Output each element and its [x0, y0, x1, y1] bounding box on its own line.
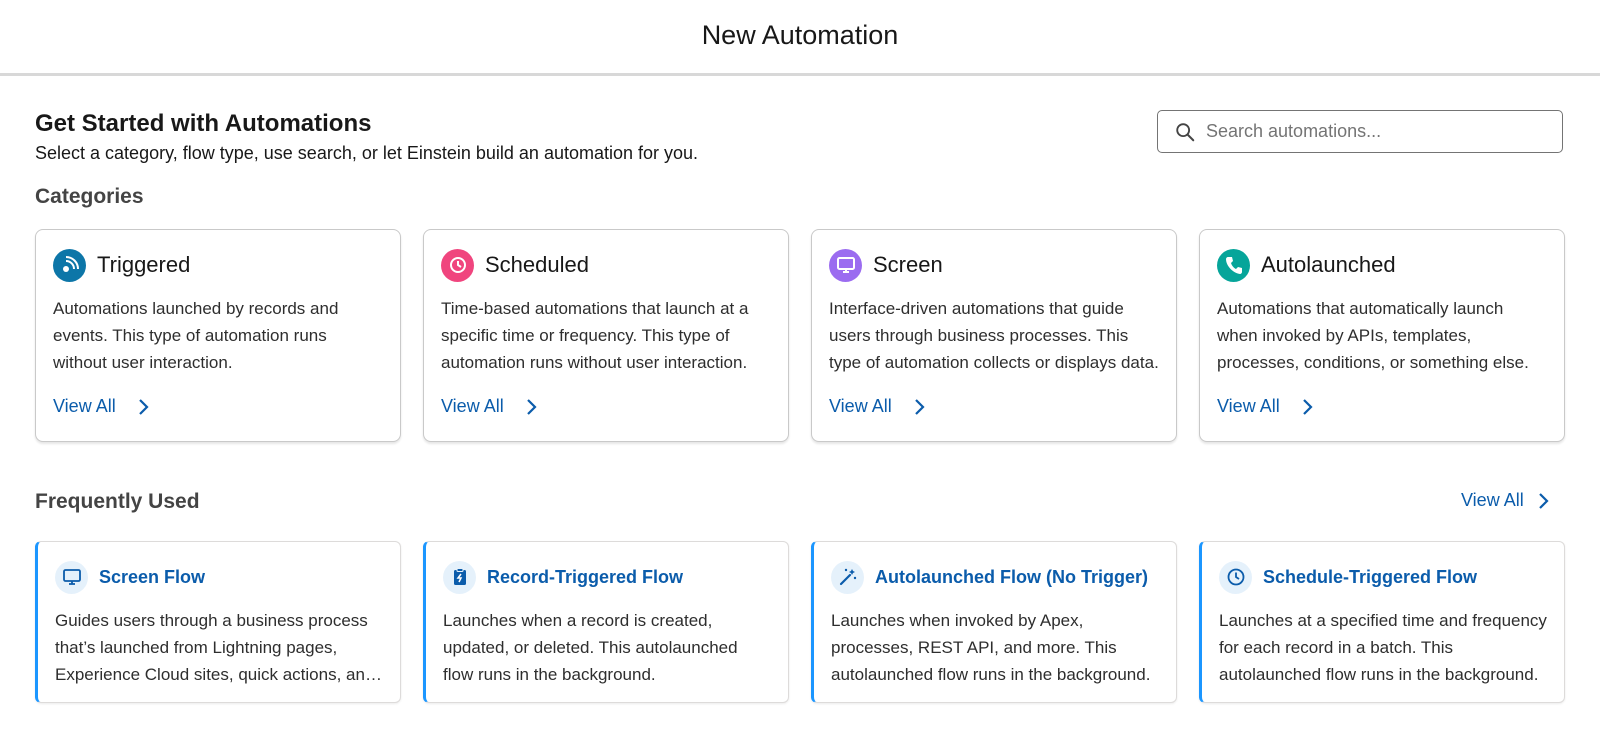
header-bar: New Automation — [0, 0, 1600, 76]
search-input[interactable] — [1206, 121, 1546, 142]
flow-name: Record-Triggered Flow — [487, 566, 684, 587]
search-icon — [1176, 122, 1195, 141]
flow-name: Schedule-Triggered Flow — [1263, 566, 1478, 587]
chevron-right-icon — [138, 398, 149, 415]
category-view-all-link[interactable]: View All — [1217, 396, 1314, 417]
categories-heading: Categories — [35, 185, 144, 208]
monitor-icon — [829, 248, 862, 282]
category-name: Scheduled — [485, 252, 589, 277]
category-card-screen[interactable]: Screen Interface-driven automations that… — [811, 229, 1177, 442]
hero-subtitle: Select a category, flow type, use search… — [35, 143, 699, 163]
flow-card-autolaunched-flow[interactable]: Autolaunched Flow (No Trigger) Launches … — [811, 541, 1177, 703]
view-all-label: View All — [1461, 490, 1524, 510]
category-description: Automations launched by records and even… — [53, 299, 339, 372]
chevron-right-icon — [1538, 492, 1549, 509]
category-card-scheduled[interactable]: Scheduled Time-based automations that la… — [423, 229, 789, 442]
chevron-right-icon — [1302, 398, 1313, 415]
page-title: New Automation — [701, 20, 899, 50]
chevron-right-icon — [526, 398, 537, 415]
triggered-icon — [53, 248, 86, 282]
category-description: Time-based automations that launch at a … — [441, 299, 749, 372]
clock-icon — [441, 248, 474, 282]
flow-description: Launches when a record is created, updat… — [443, 611, 738, 684]
flow-name: Autolaunched Flow (No Trigger) — [875, 566, 1148, 587]
flow-name: Screen Flow — [99, 566, 206, 587]
category-view-all-link[interactable]: View All — [829, 396, 926, 417]
category-view-all-link[interactable]: View All — [441, 396, 538, 417]
frequently-used-heading: Frequently Used — [35, 490, 200, 513]
category-description: Automations that automatically launch wh… — [1217, 299, 1529, 372]
clock-icon — [1219, 560, 1252, 594]
flow-card-schedule-triggered-flow[interactable]: Schedule-Triggered Flow Launches at a sp… — [1199, 541, 1565, 703]
flow-description: Launches at a specified time and frequen… — [1219, 611, 1547, 684]
category-description: Interface-driven automations that guide … — [829, 299, 1159, 372]
flow-card-record-triggered-flow[interactable]: Record-Triggered Flow Launches when a re… — [423, 541, 789, 703]
category-view-all-link[interactable]: View All — [53, 396, 150, 417]
main-content: Get Started with Automations Select a ca… — [0, 76, 1600, 737]
view-all-label: View All — [1217, 396, 1280, 416]
clipboard-icon — [443, 560, 476, 594]
frequently-used-view-all-link[interactable]: View All — [1461, 490, 1550, 511]
category-name: Autolaunched — [1261, 252, 1396, 277]
view-all-label: View All — [53, 396, 116, 416]
flow-description: Guides users through a business process … — [55, 611, 375, 684]
search-box[interactable] — [1157, 110, 1563, 153]
category-card-triggered[interactable]: Triggered Automations launched by record… — [35, 229, 401, 442]
chevron-right-icon — [914, 398, 925, 415]
view-all-label: View All — [829, 396, 892, 416]
category-name: Triggered — [97, 252, 191, 277]
monitor-icon — [55, 560, 88, 594]
hero-title: Get Started with Automations — [35, 110, 372, 137]
flow-card-screen-flow[interactable]: Screen Flow Guides users through a busin… — [35, 541, 401, 703]
phone-icon — [1217, 248, 1250, 282]
category-name: Screen — [873, 252, 943, 277]
flow-description: Launches when invoked by Apex, processes… — [831, 611, 1151, 684]
view-all-label: View All — [441, 396, 504, 416]
category-card-autolaunched[interactable]: Autolaunched Automations that automatica… — [1199, 229, 1565, 442]
magic-wand-icon — [831, 560, 864, 594]
